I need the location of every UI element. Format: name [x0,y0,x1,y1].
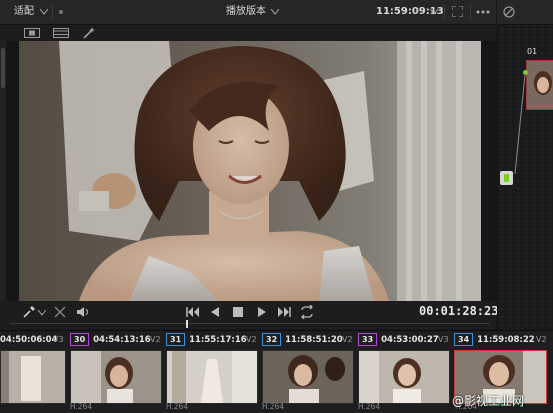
bypass-icon[interactable] [503,6,515,18]
clip-timecode: 04:50:06:04 [0,335,58,345]
jump-to-end-icon[interactable] [277,306,291,318]
clip-timecode: 11:55:17:16 [189,335,247,345]
clip-image [263,351,353,403]
eyedropper-icon[interactable] [22,305,36,319]
fullscreen-icon[interactable] [452,6,463,17]
speaker-icon[interactable] [76,305,90,319]
clip-thumbnail[interactable] [70,350,162,404]
clip-image [1,351,65,403]
clip-image [71,351,161,403]
viewer-header: 适配 播放版本 11:59:09:13 [0,0,496,25]
clip-header: 32 11:58:51:20 [262,333,343,347]
clip-thumbnail[interactable] [262,350,354,404]
stop-icon[interactable] [233,307,243,317]
node-label: 01 [527,47,538,56]
clip-track: V2 [342,335,353,344]
playback-timecode: 00:01:28:23 [419,304,499,318]
magic-wand-icon[interactable] [82,26,96,40]
fit-dropdown-label[interactable]: 适配 [14,0,34,24]
clip-timecode: 04:53:00:27 [381,335,439,345]
clip-header: 31 11:55:17:16 [166,333,247,347]
chevron-down-icon[interactable] [40,9,48,15]
watermark-text: @影视工业网 [452,394,525,408]
clip-track: V2 [536,335,547,344]
clip-track: V2 [246,335,257,344]
clip-thumbnail[interactable] [0,350,66,404]
clip-number: 31 [166,333,186,346]
single-view-icon[interactable] [24,28,40,38]
crossed-arrows-icon[interactable] [54,306,66,318]
clip-timecode: 04:54:13:16 [93,335,151,345]
clip-codec: H.264 [166,402,189,411]
viewer-toolbar [0,25,496,41]
clip-codec: H.264 [70,402,93,411]
node-thumbnail[interactable] [526,60,553,110]
scrubber-track[interactable] [10,323,490,324]
clip-track: V3 [438,335,449,344]
timecode-chevron-down-icon[interactable] [430,9,438,15]
clip-track: V2 [150,335,161,344]
clip-thumbnail[interactable] [166,350,258,404]
eyedropper-chevron-down-icon[interactable] [38,310,46,316]
clip-number: 34 [454,333,474,346]
clip-track: V3 [53,335,64,344]
node-source-input[interactable] [500,171,513,185]
clip-number: 32 [262,333,282,346]
title-chevron-down-icon[interactable] [271,9,279,15]
clip-header: 30 04:54:13:16 [70,333,151,347]
playhead[interactable] [186,320,188,328]
scroll-handle[interactable] [1,48,5,88]
clip-header: 33 04:53:00:27 [358,333,439,347]
clip-number: 33 [358,333,378,346]
source-indicator [504,174,509,182]
clip-image [167,351,257,403]
video-frame [19,41,481,301]
clip-number: 30 [70,333,90,346]
video-still-image [19,41,481,301]
clip-codec: H.264 [358,402,381,411]
jump-to-start-icon[interactable] [186,306,200,318]
dot-icon [59,10,63,14]
play-icon[interactable] [257,306,267,318]
play-reverse-icon[interactable] [210,306,220,318]
split-view-icon[interactable] [53,28,69,38]
node-connection-line [514,74,526,174]
clip-timecode: 11:59:08:22 [477,335,535,345]
clip-codec: H.264 [262,402,285,411]
clip-header: 34 11:59:08:22 [454,333,535,347]
viewer-title[interactable]: 播放版本 [226,0,266,24]
node-thumbnail-image [527,61,553,109]
clip-image [359,351,449,403]
clip-timecode: 11:58:51:20 [285,335,343,345]
node-header [497,0,553,25]
loop-icon[interactable] [300,305,314,319]
more-options-icon[interactable] [476,10,490,14]
clip-thumbnail[interactable] [358,350,450,404]
